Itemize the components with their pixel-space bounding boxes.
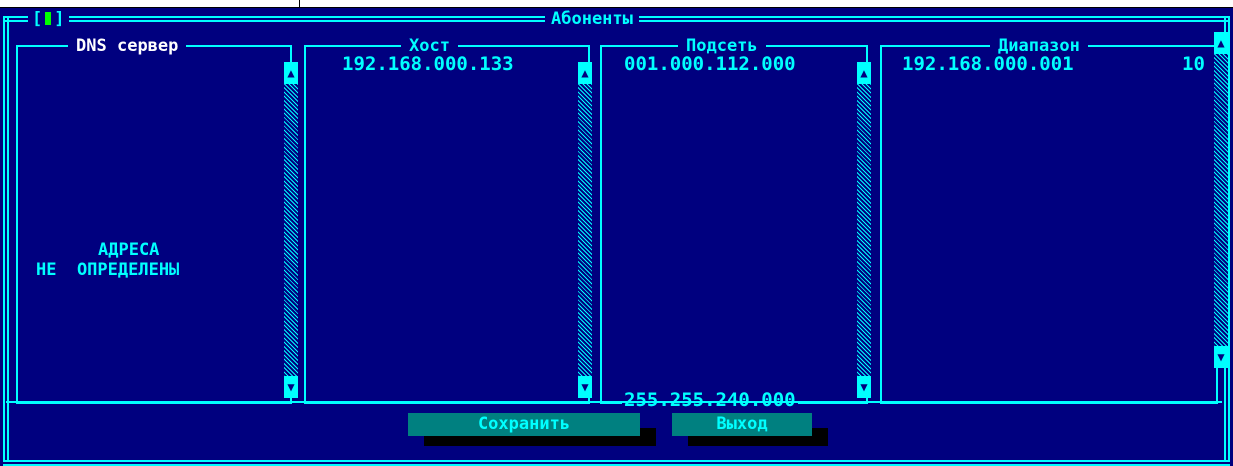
dns-empty-line1: АДРЕСА [98,240,160,260]
host-scrollbar[interactable]: ▲ ▼ [578,62,592,398]
scroll-up-icon[interactable]: ▲ [857,62,871,84]
close-button[interactable]: [] [28,8,69,30]
scroll-up-icon[interactable]: ▲ [578,62,592,84]
subnet-panel: Подсеть 001.000.112.000 255.255.240.000 [600,35,868,411]
dns-panel-header-word: сервер [116,36,179,56]
host-panel: Хост 192.168.000.133 [304,35,590,404]
range-scrollbar[interactable]: ▲ ▼ [1214,32,1228,368]
subnet-address[interactable]: 001.000.112.000 [624,53,796,75]
frame-bottom [3,460,1230,466]
dns-empty-message: АДРЕСА НЕ ОПРЕДЕЛЕНЫ [36,240,179,280]
dns-panel: DNS сервер АДРЕСА НЕ ОПРЕДЕЛЕНЫ [16,35,292,404]
subnet-scrollbar[interactable]: ▲ ▼ [857,62,871,398]
dns-panel-header: DNS сервер [68,35,187,57]
close-bracket-right: ] [54,9,65,29]
host-address[interactable]: 192.168.000.133 [342,53,514,75]
range-start-address[interactable]: 192.168.000.001 [902,53,1074,75]
scroll-down-icon[interactable]: ▼ [857,376,871,398]
subnet-mask[interactable]: 255.255.240.000 [622,389,798,411]
subscribers-window: [] Абоненты DNS сервер АДРЕСА НЕ ОПРЕДЕЛ… [0,8,1233,466]
dns-empty-line2: НЕ ОПРЕДЕЛЕНЫ [36,260,180,280]
close-bracket-left: [ [32,9,43,29]
panels-separator [6,401,1222,403]
scroll-down-icon[interactable]: ▼ [1214,346,1228,368]
close-icon [45,12,52,25]
scroll-down-icon[interactable]: ▼ [578,376,592,398]
window-title: Абоненты [545,8,639,30]
frame-left [3,16,9,462]
exit-button[interactable]: Выход [672,413,812,436]
range-panel: Диапазон 192.168.000.001 10 [880,35,1218,404]
scroll-up-icon[interactable]: ▲ [1214,32,1228,54]
save-button[interactable]: Сохранить [408,413,640,436]
range-end-address[interactable]: 10 [1182,53,1205,75]
scroll-down-icon[interactable]: ▼ [284,376,298,398]
scroll-up-icon[interactable]: ▲ [284,62,298,84]
dns-scrollbar[interactable]: ▲ ▼ [284,62,298,398]
top-strip [0,0,1233,8]
dns-panel-header-prefix: DNS [76,36,107,56]
